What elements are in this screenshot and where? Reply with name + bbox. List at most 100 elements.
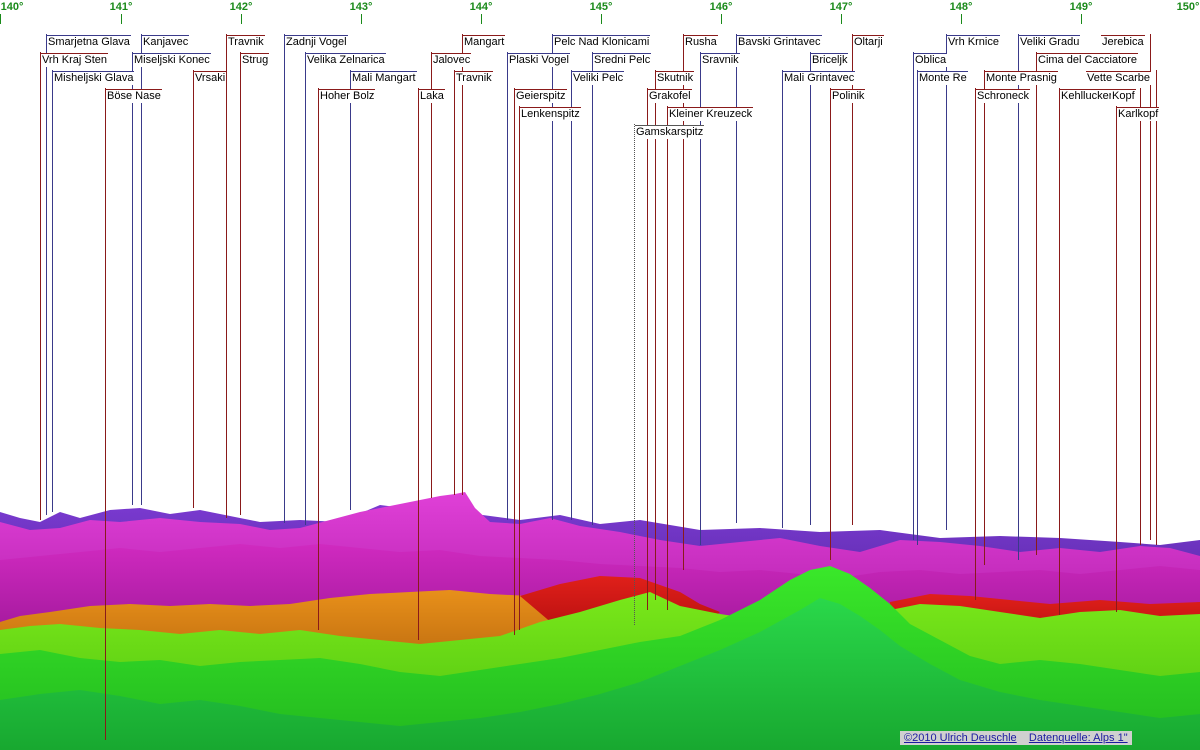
peak-leader-line [141,34,142,505]
peak-label[interactable]: Travnik [455,71,493,85]
peak-leader-line [507,52,508,520]
peak-leader-line [655,70,656,600]
peak-leader-line [592,52,593,525]
degree-label: 147° [829,1,853,13]
peak-leader-line [519,106,520,630]
peak-label[interactable]: Jalovec [432,53,472,67]
peak-leader-line [514,88,515,635]
peak-leader-line [226,34,227,518]
peak-label[interactable]: Mali Mangart [351,71,417,85]
peak-label[interactable]: Polinik [831,89,866,103]
copyright-link[interactable]: ©2010 Ulrich Deuschle [904,732,1017,744]
peak-leader-line [852,34,853,525]
peak-label[interactable]: Mangart [463,35,506,49]
peak-label[interactable]: Monte Prasnig [985,71,1058,85]
peak-leader-line [830,88,831,560]
peak-label[interactable]: Lenkenspitz [520,107,581,121]
peak-leader-line [1059,88,1060,615]
peak-label[interactable]: Bavski Grintavec [737,35,822,49]
degree-label: 142° [229,1,253,13]
panorama-terrain [0,492,1200,750]
peak-label[interactable]: Briceljk [811,53,849,67]
peak-label[interactable]: Vrsaki [194,71,227,85]
peak-label[interactable]: Hoher Bolz [319,89,376,103]
peak-label[interactable]: Jerebica [1101,35,1145,49]
peak-label[interactable]: Oltarji [853,35,884,49]
degree-tick [121,14,122,24]
peak-label[interactable]: Veliki Pelc [572,71,625,85]
degree-tick [0,14,1,24]
peak-leader-line [350,70,351,510]
peak-label[interactable]: Kanjavec [142,35,190,49]
degree-tick [961,14,962,24]
peak-label[interactable]: Smarjetna Glava [47,35,131,49]
peak-leader-line [1140,88,1141,545]
peak-leader-line [52,70,53,512]
peak-label[interactable]: Vrh Krnice [947,35,1000,49]
degree-tick [361,14,362,24]
peak-leader-line [1036,52,1037,555]
peak-leader-line [284,34,285,523]
peak-label[interactable]: Kehllucker [1060,89,1114,103]
peak-label[interactable]: Kleiner Kreuzeck [668,107,754,121]
degree-tick [601,14,602,24]
peak-label[interactable]: Mali Grintavec [783,71,856,85]
peak-label[interactable]: Zadnji Vogel [285,35,348,49]
peak-leader-line [1116,106,1117,612]
peak-label[interactable]: Grakofel [648,89,692,103]
data-source-link[interactable]: Datenquelle: Alps 1" [1029,732,1128,744]
peak-leader-line [913,52,914,540]
degree-tick [481,14,482,24]
peak-label[interactable]: Schroneck [976,89,1030,103]
peak-label[interactable]: Sravnik [701,53,740,67]
peak-label[interactable]: Velika Zelnarica [306,53,386,67]
peak-leader-line [462,34,463,495]
peak-label[interactable]: Oblica [914,53,948,67]
degree-label: 149° [1069,1,1093,13]
peak-label[interactable]: Misheljski Glava [53,71,135,85]
peak-label[interactable]: Skutnik [656,71,695,85]
peak-leader-line [418,88,419,640]
peak-leader-line [318,88,319,630]
degree-label: 146° [709,1,733,13]
peak-label[interactable]: Rusha [684,35,718,49]
peak-leader-line [105,88,106,740]
peak-label[interactable]: Karlkopf [1117,107,1160,121]
peak-label[interactable]: Laka [419,89,445,103]
peak-label[interactable]: Travnik [227,35,265,49]
peak-leader-line [431,52,432,498]
peak-leader-line [46,34,47,515]
peak-label[interactable]: Kopf [1111,89,1136,103]
peak-label[interactable]: Cima del Cacciatore [1037,53,1139,67]
peak-label[interactable]: Strug [241,53,270,67]
degree-tick [241,14,242,24]
peak-leader-line [917,70,918,545]
degree-label: 140° [0,1,24,13]
peak-label[interactable]: Geierspitz [515,89,567,103]
peak-label[interactable]: Plaski Vogel [508,53,570,67]
credits-bar: ©2010 Ulrich Deuschle Datenquelle: Alps … [900,731,1132,745]
peak-label[interactable]: Böse Nase [106,89,162,103]
peak-label[interactable]: Monte Re [918,71,968,85]
peak-label[interactable]: Gamskarspitz [635,125,705,139]
peak-leader-line [454,70,455,495]
peak-leader-line [782,70,783,528]
peak-leader-line [946,34,947,530]
degree-tick [841,14,842,24]
peak-leader-line [647,88,648,610]
peak-leader-line [634,124,636,625]
peak-label[interactable]: Vette Scarbe [1086,71,1151,85]
peak-label[interactable]: Vrh Kraj Sten [41,53,109,67]
peak-leader-line [667,106,668,610]
degree-label: 150° [1176,1,1200,13]
peak-label[interactable]: Pelc Nad Klonicami [553,35,651,49]
peak-label[interactable]: Miseljski Konec [133,53,211,67]
peak-leader-line [305,52,306,525]
peak-leader-line [40,52,41,520]
degree-tick [721,14,722,24]
peak-leader-line [571,70,572,520]
peak-label[interactable]: Sredni Pelc [593,53,652,67]
peak-label[interactable]: Veliki Gradu [1019,35,1081,49]
peak-leader-line [132,52,133,505]
degree-label: 145° [589,1,613,13]
